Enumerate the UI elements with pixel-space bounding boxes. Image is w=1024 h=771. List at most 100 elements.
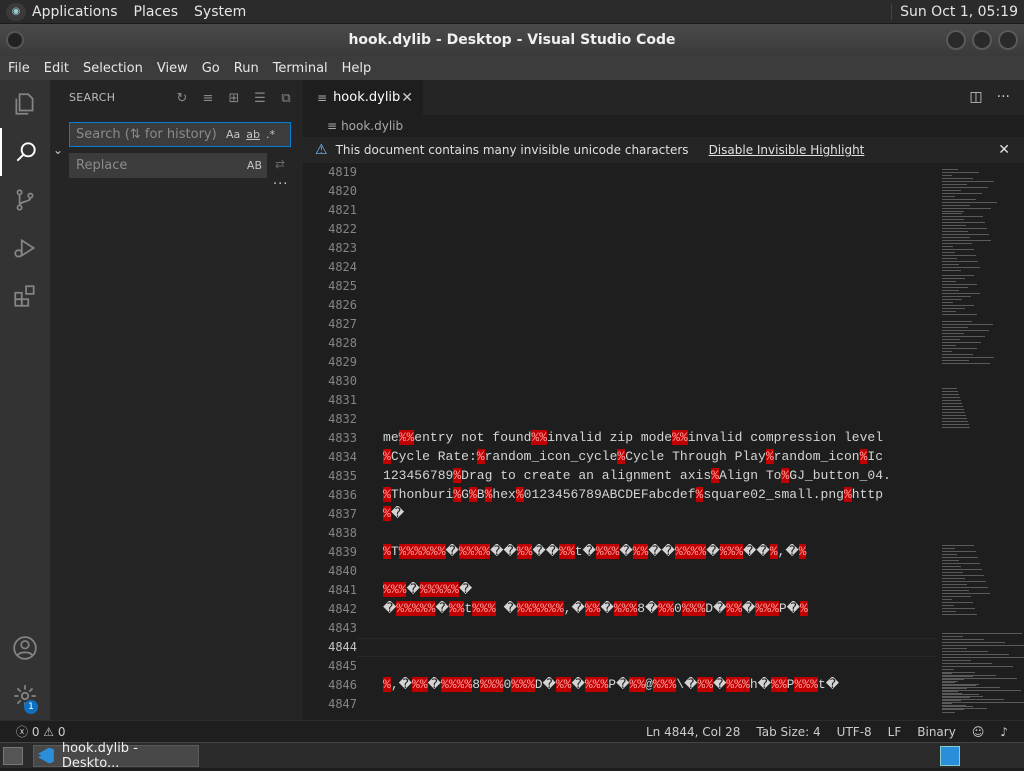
clock[interactable]: Sun Oct 1, 05:19 — [891, 3, 1018, 20]
maximize-button[interactable] — [972, 30, 992, 50]
places-menu[interactable]: Places — [134, 4, 179, 20]
manage-gear-icon[interactable]: 1 — [0, 672, 50, 720]
notifications-bell-icon[interactable]: ♪ — [1000, 725, 1008, 739]
system-menu[interactable]: System — [194, 4, 246, 20]
line-number: 4831 — [328, 393, 357, 407]
close-window-button[interactable] — [998, 30, 1018, 50]
replace-input-container: AB — [69, 153, 267, 178]
top-panel: ◉ Applications Places System Sun Oct 1, … — [0, 0, 1024, 24]
line-number: 4824 — [328, 260, 357, 274]
vscode-icon — [38, 747, 54, 764]
menu-go[interactable]: Go — [195, 61, 227, 76]
line-number: 4822 — [328, 222, 357, 236]
line-number: 4823 — [328, 241, 357, 255]
window-title: hook.dylib - Desktop - Visual Studio Cod… — [348, 32, 676, 48]
code-line[interactable]: %Thonburi%G%B%hex%0123456789ABCDEFabcdef… — [383, 487, 936, 502]
invisible-unicode-banner: ⚠ This document contains many invisible … — [303, 137, 1024, 163]
code-line[interactable]: %,�%%�%%%%8%%%0%%%D�%%�%%%P�%%@%%%\�%%�%… — [383, 677, 936, 692]
menu-edit[interactable]: Edit — [37, 61, 76, 76]
code-line[interactable]: %Cycle Rate:%random_icon_cycle%Cycle Thr… — [383, 449, 936, 464]
close-tab-icon[interactable]: ✕ — [401, 90, 413, 106]
line-number: 4820 — [328, 184, 357, 198]
current-line-highlight — [357, 638, 936, 657]
search-input[interactable] — [70, 127, 220, 142]
replace-all-icon[interactable]: ⇄ — [275, 157, 285, 171]
status-bar: ⓧ 0 ⚠ 0 Ln 4844, Col 28 Tab Size: 4 UTF-… — [0, 720, 1024, 742]
encoding[interactable]: UTF-8 — [837, 725, 872, 739]
code-editor[interactable]: 4819 4820 4821 4822 4823 4824 4825 4826 4827 4828… — [303, 163, 936, 720]
end-of-line[interactable]: LF — [888, 725, 902, 739]
code-line[interactable]: %� — [383, 506, 936, 521]
source-control-icon[interactable] — [0, 176, 50, 224]
show-desktop-icon[interactable] — [3, 746, 23, 765]
problems-indicator[interactable]: ⓧ 0 ⚠ 0 — [16, 723, 65, 740]
line-number: 4830 — [328, 374, 357, 388]
menu-run[interactable]: Run — [227, 61, 266, 76]
menu-terminal[interactable]: Terminal — [266, 61, 335, 76]
match-case-toggle[interactable]: Aa — [226, 128, 240, 141]
clear-results-icon[interactable]: ≡ — [199, 89, 217, 107]
search-icon[interactable] — [0, 128, 50, 176]
editor-tabs: ≡ hook.dylib ✕ ◫ ··· — [303, 80, 1024, 115]
menu-view[interactable]: View — [150, 61, 195, 76]
toggle-search-details[interactable]: ··· — [273, 177, 288, 192]
split-editor-icon[interactable]: ◫ — [969, 89, 982, 105]
run-debug-icon[interactable] — [0, 224, 50, 272]
menu-help[interactable]: Help — [335, 61, 379, 76]
line-number: 4819 — [328, 165, 357, 179]
use-regex-toggle[interactable]: .* — [266, 128, 275, 141]
accounts-icon[interactable] — [0, 624, 50, 672]
code-line[interactable]: %T%%%%%%�%%%%��%%��%%t�%%%�%%��%%%%�%%%�… — [383, 544, 936, 559]
match-whole-word-toggle[interactable]: ab — [246, 128, 260, 141]
warning-icon: ⚠ — [315, 142, 328, 158]
search-input-container: Aa ab .* — [69, 122, 291, 147]
replace-input[interactable] — [70, 158, 220, 173]
settings-badge: 1 — [24, 700, 38, 714]
line-number: 4843 — [328, 621, 357, 635]
view-as-tree-icon[interactable]: ⧉ — [277, 89, 295, 107]
workspace-switcher[interactable] — [940, 745, 960, 766]
line-number: 4838 — [328, 526, 357, 540]
breadcrumb-file[interactable]: hook.dylib — [341, 119, 403, 133]
line-number: 4825 — [328, 279, 357, 293]
minimap[interactable] — [936, 163, 1024, 720]
refresh-icon[interactable]: ↻ — [173, 89, 191, 107]
extensions-icon[interactable] — [0, 272, 50, 320]
new-search-editor-icon[interactable]: ⊞ — [225, 89, 243, 107]
code-line[interactable]: me%%entry not found%%invalid zip mode%%i… — [383, 430, 936, 445]
tab-hook-dylib[interactable]: ≡ hook.dylib ✕ — [303, 80, 423, 115]
gnome-logo-icon[interactable]: ◉ — [6, 2, 26, 21]
window-menu-button[interactable] — [6, 31, 24, 49]
language-mode[interactable]: Binary — [917, 725, 956, 739]
chevron-down-icon[interactable]: ⌄ — [53, 143, 63, 157]
cursor-position[interactable]: Ln 4844, Col 28 — [646, 725, 740, 739]
code-line[interactable]: 123456789%Drag to create an alignment ax… — [383, 468, 936, 483]
activity-bar: 1 — [0, 80, 50, 720]
menu-file[interactable]: File — [0, 61, 37, 76]
tab-size[interactable]: Tab Size: 4 — [756, 725, 820, 739]
close-banner-icon[interactable]: ✕ — [998, 142, 1010, 158]
line-number: 4844 — [328, 640, 357, 654]
explorer-icon[interactable] — [0, 80, 50, 128]
file-icon: ≡ — [327, 119, 338, 133]
disable-highlight-link[interactable]: Disable Invisible Highlight — [709, 143, 865, 157]
collapse-all-icon[interactable]: ☰ — [251, 89, 269, 107]
line-number: 4840 — [328, 564, 357, 578]
menu-selection[interactable]: Selection — [76, 61, 150, 76]
window-title-bar[interactable]: hook.dylib - Desktop - Visual Studio Cod… — [0, 24, 1024, 56]
line-number: 4821 — [328, 203, 357, 217]
feedback-icon[interactable]: ☺ — [972, 725, 985, 739]
code-line[interactable]: %%%�%%%%%� — [383, 582, 936, 597]
preserve-case-toggle[interactable]: AB — [247, 159, 262, 172]
minimize-button[interactable] — [946, 30, 966, 50]
taskbar-item-vscode[interactable]: hook.dylib - Deskto... — [33, 741, 199, 771]
line-number: 4827 — [328, 317, 357, 331]
line-number: 4839 — [328, 545, 357, 559]
code-line[interactable]: �%%%%%�%%t%%% �%%%%%%,�%%�%%%8�%%0%%%D�%… — [383, 601, 936, 616]
taskbar: hook.dylib - Deskto... — [0, 741, 1024, 771]
line-number: 4828 — [328, 336, 357, 350]
more-actions-icon[interactable]: ··· — [997, 89, 1010, 105]
taskbar-item-label: hook.dylib - Deskto... — [61, 740, 138, 771]
line-number: 4842 — [328, 602, 357, 616]
applications-menu[interactable]: Applications — [32, 4, 118, 20]
